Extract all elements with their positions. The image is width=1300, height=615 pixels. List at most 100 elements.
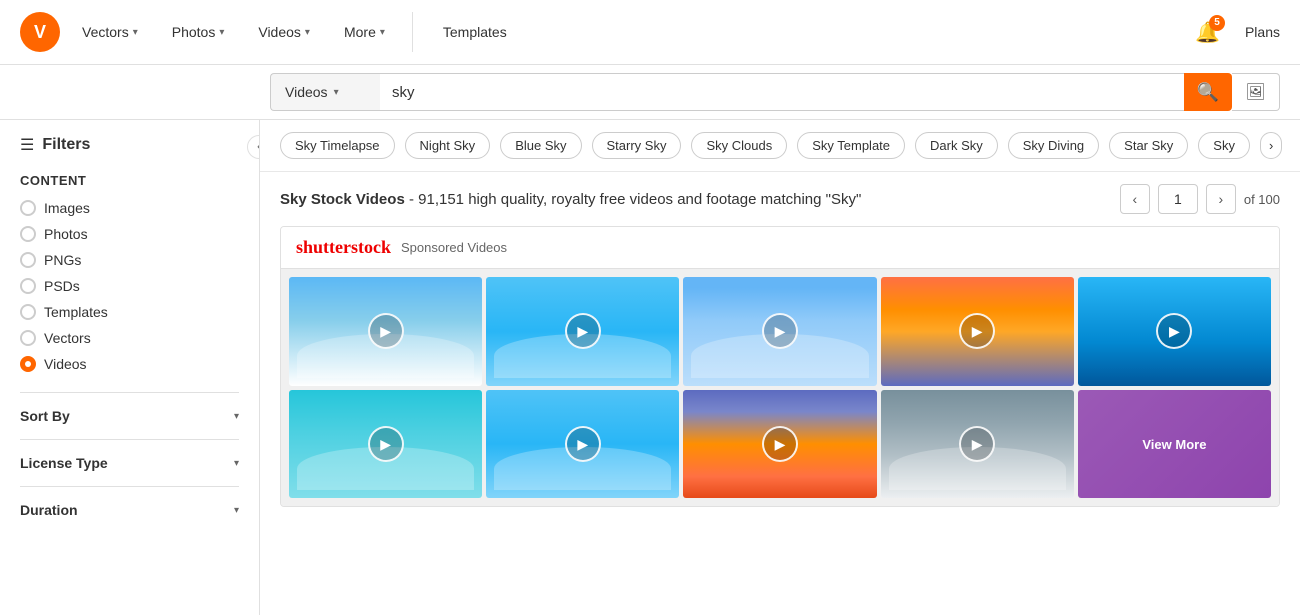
sidebar: ☰ Filters ‹ Content Images Photos PNGs P…: [0, 120, 260, 615]
prev-page-button[interactable]: ‹: [1120, 184, 1150, 214]
logo[interactable]: V: [20, 12, 60, 52]
content-section-title: Content: [20, 173, 239, 188]
play-button-4[interactable]: ▶: [959, 313, 995, 349]
video-thumb-6[interactable]: ▶: [289, 390, 482, 499]
sort-by-section[interactable]: Sort By ▾: [20, 408, 239, 424]
sidebar-divider-2: [20, 439, 239, 440]
nav-templates[interactable]: Templates: [428, 24, 522, 40]
tag-sky[interactable]: Sky: [1198, 132, 1250, 159]
nav-photos[interactable]: Photos ▾: [160, 0, 237, 65]
search-type-select[interactable]: Videos ▾: [270, 73, 380, 111]
shutterstock-logo: shutterstock: [296, 237, 391, 258]
radio-circle-templates: [20, 304, 36, 320]
tag-blue-sky[interactable]: Blue Sky: [500, 132, 581, 159]
radio-circle-vectors: [20, 330, 36, 346]
radio-circle-photos: [20, 226, 36, 242]
chevron-down-icon: ▾: [219, 27, 224, 38]
results-query: "Sky": [826, 191, 862, 208]
results-desc: high quality, royalty free videos and fo…: [468, 191, 825, 208]
radio-circle-images: [20, 200, 36, 216]
video-thumb-1[interactable]: ▶: [289, 277, 482, 386]
radio-videos[interactable]: Videos: [20, 356, 239, 372]
radio-label-photos: Photos: [44, 226, 88, 242]
video-thumb-7[interactable]: ▶: [486, 390, 679, 499]
header: V Vectors ▾ Photos ▾ Videos ▾ More ▾ Tem…: [0, 0, 1300, 65]
play-button-9[interactable]: ▶: [959, 426, 995, 462]
duration-label: Duration: [20, 502, 78, 518]
tags-more-button[interactable]: ›: [1260, 132, 1282, 159]
results-count: 91,151: [418, 191, 464, 208]
notifications-bell[interactable]: 🔔 5: [1195, 20, 1220, 45]
chevron-down-icon: ▾: [334, 87, 339, 98]
tag-dark-sky[interactable]: Dark Sky: [915, 132, 998, 159]
nav-vectors[interactable]: Vectors ▾: [70, 0, 150, 65]
sort-by-label: Sort By: [20, 408, 70, 424]
results-separator: -: [409, 191, 418, 208]
radio-templates[interactable]: Templates: [20, 304, 239, 320]
chevron-down-icon: ▾: [234, 505, 239, 516]
duration-section[interactable]: Duration ▾: [20, 502, 239, 518]
sidebar-divider-3: [20, 486, 239, 487]
radio-label-vectors: Vectors: [44, 330, 91, 346]
radio-images[interactable]: Images: [20, 200, 239, 216]
tag-sky-diving[interactable]: Sky Diving: [1008, 132, 1099, 159]
video-thumb-3[interactable]: ▶: [683, 277, 876, 386]
sidebar-divider-1: [20, 392, 239, 393]
video-grid: ▶ ▶ ▶ ▶ ▶ ▶: [281, 269, 1279, 506]
sidebar-collapse-button[interactable]: ‹: [247, 135, 260, 159]
chevron-down-icon: ▾: [234, 458, 239, 469]
play-button-6[interactable]: ▶: [368, 426, 404, 462]
tag-sky-template[interactable]: Sky Template: [797, 132, 905, 159]
radio-circle-pngs: [20, 252, 36, 268]
filters-icon: ☰: [20, 135, 34, 155]
next-page-button[interactable]: ›: [1206, 184, 1236, 214]
radio-label-psds: PSDs: [44, 278, 80, 294]
search-input[interactable]: [392, 84, 1172, 101]
logo-letter: V: [34, 22, 46, 43]
play-button-3[interactable]: ▶: [762, 313, 798, 349]
radio-psds[interactable]: PSDs: [20, 278, 239, 294]
video-thumb-9[interactable]: ▶: [881, 390, 1074, 499]
search-button[interactable]: 🔍: [1184, 73, 1232, 111]
tag-starry-sky[interactable]: Starry Sky: [592, 132, 682, 159]
filters-label: Filters: [42, 136, 90, 154]
search-icon: 🔍: [1197, 82, 1219, 103]
tag-sky-timelapse[interactable]: Sky Timelapse: [280, 132, 395, 159]
play-button-8[interactable]: ▶: [762, 426, 798, 462]
results-header: Sky Stock Videos - 91,151 high quality, …: [260, 172, 1300, 226]
tag-night-sky[interactable]: Night Sky: [405, 132, 491, 159]
play-button-1[interactable]: ▶: [368, 313, 404, 349]
play-button-2[interactable]: ▶: [565, 313, 601, 349]
play-button-5[interactable]: ▶: [1156, 313, 1192, 349]
image-search-button[interactable]: 🖼: [1232, 73, 1280, 111]
pagination: ‹ 1 › of 100: [1120, 184, 1280, 214]
license-type-section[interactable]: License Type ▾: [20, 455, 239, 471]
video-thumb-2[interactable]: ▶: [486, 277, 679, 386]
radio-circle-psds: [20, 278, 36, 294]
play-button-7[interactable]: ▶: [565, 426, 601, 462]
main-layout: ☰ Filters ‹ Content Images Photos PNGs P…: [0, 120, 1300, 615]
video-thumb-5[interactable]: ▶: [1078, 277, 1271, 386]
video-thumb-8[interactable]: ▶: [683, 390, 876, 499]
chevron-down-icon: ▾: [133, 27, 138, 38]
radio-label-pngs: PNGs: [44, 252, 81, 268]
video-thumb-4[interactable]: ▶: [881, 277, 1074, 386]
chevron-down-icon: ▾: [380, 27, 385, 38]
plans-button[interactable]: Plans: [1245, 24, 1280, 40]
chevron-down-icon: ▾: [305, 27, 310, 38]
nav-videos[interactable]: Videos ▾: [246, 0, 322, 65]
tag-sky-clouds[interactable]: Sky Clouds: [691, 132, 787, 159]
radio-pngs[interactable]: PNGs: [20, 252, 239, 268]
view-more-label: View More: [1142, 437, 1206, 452]
nav-more[interactable]: More ▾: [332, 0, 397, 65]
sponsored-label: Sponsored Videos: [401, 240, 507, 255]
radio-vectors[interactable]: Vectors: [20, 330, 239, 346]
view-more-button[interactable]: View More: [1078, 390, 1271, 499]
search-bar: Videos ▾ 🔍 🖼: [0, 65, 1300, 120]
tag-star-sky[interactable]: Star Sky: [1109, 132, 1188, 159]
sponsored-header: shutterstock Sponsored Videos: [281, 227, 1279, 269]
results-title: Sky Stock Videos - 91,151 high quality, …: [280, 191, 861, 208]
results-title-strong: Sky Stock Videos: [280, 191, 405, 208]
radio-photos[interactable]: Photos: [20, 226, 239, 242]
search-type-label: Videos: [285, 84, 328, 100]
